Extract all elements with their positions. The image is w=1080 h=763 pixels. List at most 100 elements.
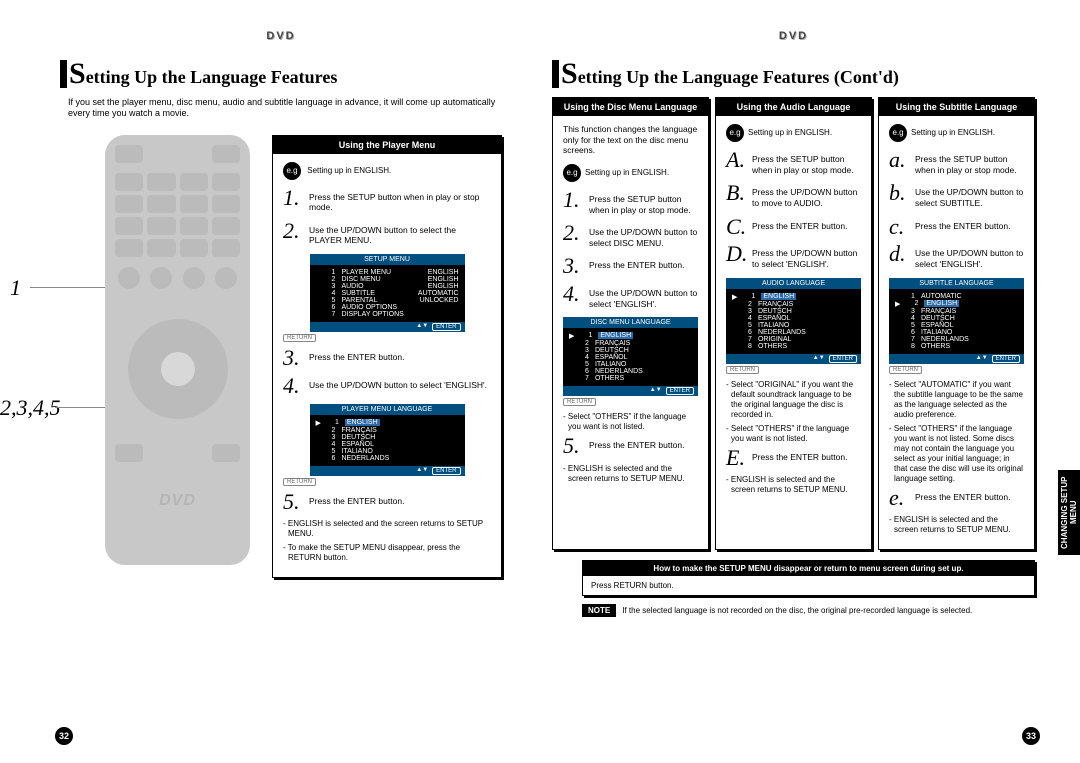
return-button-icon: RETURN: [563, 398, 596, 406]
return-button-icon: RETURN: [726, 366, 759, 374]
remote-button: [212, 173, 240, 191]
osd-row: 8OTHERS: [895, 343, 1018, 350]
intro-text: If you set the player menu, disc menu, a…: [68, 97, 502, 120]
arrow-icon: [316, 304, 318, 311]
step-text: Press the SETUP button when in play or s…: [752, 150, 861, 175]
osd-body: ▶1ENGLISH 2FRANÇAIS 3DEUTSCH 4ESPAÑOL 5I…: [310, 415, 465, 466]
osd-index: 1: [905, 293, 915, 300]
osd-index: 6: [579, 368, 589, 375]
osd-index: 1: [582, 332, 592, 340]
note-tag: NOTE: [582, 604, 616, 617]
remote-button: [115, 145, 143, 163]
eg-row: e.gSetting up in ENGLISH.: [889, 124, 1024, 142]
osd-value: AUTOMATIC: [418, 290, 459, 297]
osd-footer: ▲▼ENTER: [563, 386, 698, 396]
osd-index: 7: [579, 375, 589, 382]
osd-index: 1: [325, 269, 335, 276]
arrow-icon: [316, 427, 318, 434]
osd-label: DEUTSCH: [921, 315, 1018, 322]
step-num: C.: [726, 217, 748, 237]
osd-index: 6: [325, 304, 335, 311]
panel-player-menu: Using the Player Menu e.g Setting up in …: [272, 135, 502, 579]
arrow-icon: [316, 269, 318, 276]
howto-box: How to make the SETUP MENU disappear or …: [582, 560, 1035, 596]
osd-label: DEUTSCH: [758, 308, 855, 315]
osd-label: PLAYER MENU: [341, 269, 421, 276]
eg-badge-icon: e.g: [283, 162, 301, 180]
arrow-icon: [732, 329, 734, 336]
osd-index: 5: [579, 361, 589, 368]
osd-row: 7OTHERS: [569, 375, 692, 382]
osd-label: ENGLISH: [345, 419, 459, 427]
enter-label: ENTER: [992, 355, 1020, 363]
osd-label: ESPAÑOL: [921, 322, 1018, 329]
panel-title: Using the Subtitle Language: [879, 98, 1034, 116]
remote-button: [150, 267, 172, 289]
osd-row: 7ORIGINAL: [732, 336, 855, 343]
osd-row: 6AUDIO OPTIONS: [316, 304, 459, 311]
arrow-icon: [569, 361, 571, 368]
osd-label: ORIGINAL: [758, 336, 855, 343]
step-text: Use the UP/DOWN button to select 'ENGLIS…: [589, 284, 698, 309]
arrow-icon: [569, 368, 571, 375]
osd-label: ENGLISH: [598, 332, 692, 340]
step-text: Use the UP/DOWN button to select SUBTITL…: [915, 183, 1024, 208]
note: - Select "AUTOMATIC" if you want the sub…: [889, 380, 1024, 420]
step-2: 2.Use the UP/DOWN button to select DISC …: [563, 223, 698, 248]
remote-button: [147, 217, 175, 235]
osd-value: ENGLISH: [428, 283, 459, 290]
osd-row: 5ITALIANO: [732, 322, 855, 329]
heading-left: S etting Up the Language Features: [60, 57, 502, 91]
eg-text: Setting up in ENGLISH.: [585, 168, 669, 177]
step-a: A.Press the SETUP button when in play or…: [726, 150, 861, 175]
remote-button: [212, 145, 240, 163]
howto-body: Press RETURN button.: [583, 576, 1034, 595]
enter-label: ENTER: [432, 323, 460, 331]
eg-row: e.g Setting up in ENGLISH.: [563, 164, 698, 182]
panel-subtitle: Using the Subtitle Language e.gSetting u…: [878, 97, 1035, 550]
step-num: a.: [889, 150, 911, 170]
osd-title: AUDIO LANGUAGE: [726, 278, 861, 289]
arrow-icon: [732, 308, 734, 315]
step-4: 4.Use the UP/DOWN button to select 'ENGL…: [283, 376, 491, 396]
osd-row: ▶1ENGLISH: [569, 332, 692, 340]
osd-value: ENGLISH: [428, 269, 459, 276]
step-5: 5.Press the ENTER button.: [563, 436, 698, 456]
eg-text: Setting up in ENGLISH.: [748, 128, 832, 137]
heading-tick-icon: [552, 60, 559, 88]
osd-index: 6: [325, 455, 335, 462]
arrow-icon: [569, 347, 571, 354]
eg-text: Setting up in ENGLISH.: [911, 128, 995, 137]
osd-index: 4: [325, 290, 335, 297]
eg-row: e.g Setting up in ENGLISH.: [283, 162, 491, 180]
step-3: 3.Press the ENTER button.: [283, 348, 491, 368]
eg-badge-icon: e.g: [563, 164, 581, 182]
osd-title: PLAYER MENU LANGUAGE: [310, 404, 465, 415]
osd-label: NEDERLANDS: [758, 329, 855, 336]
osd-index: 2: [325, 427, 335, 434]
remote-column: 1 2,3,4,5: [60, 135, 260, 579]
arrow-icon: [895, 308, 897, 315]
step-2: 2.Use the UP/DOWN button to select the P…: [283, 221, 491, 246]
arrow-icon: [569, 354, 571, 361]
heading-text: etting Up the Language Features: [86, 67, 338, 91]
step-text: Press the ENTER button.: [915, 488, 1010, 503]
arrow-icon: ▶: [732, 293, 737, 301]
note-row: NOTE If the selected language is not rec…: [582, 604, 1035, 617]
osd-row: 5ITALIANO: [569, 361, 692, 368]
osd-row: 2DISC MENUENGLISH: [316, 276, 459, 283]
osd-label: ESPAÑOL: [341, 441, 458, 448]
panel-title: Using the Player Menu: [273, 136, 501, 154]
arrow-icon: [316, 283, 318, 290]
osd-label: ESPAÑOL: [595, 354, 692, 361]
remote-button: [212, 195, 240, 213]
osd-label: ITALIANO: [921, 329, 1018, 336]
osd-index: 6: [742, 329, 752, 336]
osd-index: 4: [742, 315, 752, 322]
remote-button: [180, 173, 208, 191]
note: - ENGLISH is selected and the screen ret…: [283, 519, 491, 539]
heading-initial: S: [69, 57, 86, 91]
osd-row: 5PARENTALUNLOCKED: [316, 297, 459, 304]
remote-button: [147, 239, 175, 257]
step-text: Press the ENTER button.: [589, 256, 684, 271]
